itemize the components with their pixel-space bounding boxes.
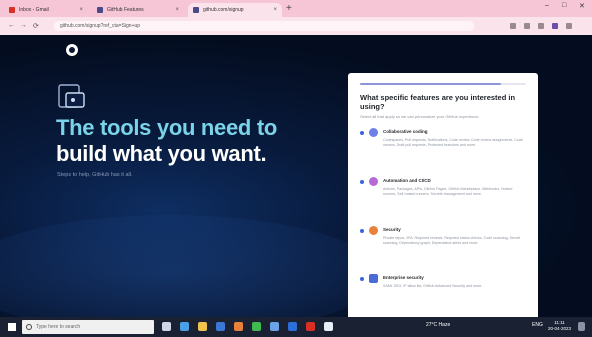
hero-line-1: The tools you need to (56, 115, 278, 140)
option-title: Collaborative coding (383, 129, 428, 134)
widgets-icon[interactable] (180, 322, 189, 331)
option-title: Automation and CI/CD (383, 178, 431, 183)
store-icon[interactable] (234, 322, 243, 331)
extensions-icon[interactable] (538, 23, 544, 29)
option-description: SAML SSO, IP allow list, GitHub Advanced… (383, 284, 483, 288)
github-favicon-icon (193, 7, 199, 13)
app-icon[interactable] (270, 322, 279, 331)
option-title: Enterprise security (383, 275, 424, 280)
search-icon (26, 324, 32, 330)
app-red-icon[interactable] (306, 322, 315, 331)
profile-avatar[interactable] (552, 23, 558, 29)
feature-option-collaborative-coding[interactable]: Collaborative coding Codespaces, Pull re… (358, 128, 528, 168)
browser-tab-features[interactable]: GitHub Features × (92, 3, 184, 17)
feature-option-automation[interactable]: Automation and CI/CD Actions, Packages, … (358, 177, 528, 217)
automation-icon (369, 177, 378, 186)
option-description: Private repos, 2FA, Required reviews, Re… (383, 236, 521, 245)
weather-text: 27°C Haze (426, 322, 451, 328)
search-placeholder: Type here to search (36, 324, 81, 330)
feature-option-enterprise-security[interactable]: Enterprise security SAML SSO, IP allow l… (358, 274, 528, 310)
survey-progress-fill (360, 83, 502, 85)
maximize-button[interactable]: □ (562, 2, 566, 9)
hero-heading: The tools you need to build what you wan… (56, 115, 336, 167)
github-favicon-icon (97, 7, 103, 13)
forward-button[interactable]: → (20, 22, 27, 29)
option-title: Security (383, 227, 401, 232)
hero-subtext: Steps to help, GitHub has it all. (57, 172, 133, 178)
chrome-icon[interactable] (252, 322, 261, 331)
close-tab-icon[interactable]: × (273, 7, 277, 13)
survey-hint: Select all that apply so we can personal… (360, 114, 480, 119)
option-checkbox[interactable] (360, 229, 364, 233)
browser-menu-icon[interactable] (566, 23, 572, 29)
copilot-illustration-icon (58, 84, 85, 108)
reload-button[interactable]: ⟳ (33, 22, 39, 30)
close-tab-icon[interactable]: × (175, 7, 179, 13)
gmail-favicon-icon (9, 7, 15, 13)
mail-icon[interactable] (216, 322, 225, 331)
option-checkbox[interactable] (360, 180, 364, 184)
bookmark-icon[interactable] (524, 23, 530, 29)
option-description: Codespaces, Pull requests, Notifications… (383, 138, 523, 147)
background-glow (0, 215, 380, 317)
signup-page: The tools you need to build what you wan… (0, 35, 592, 317)
taskbar-clock[interactable]: 11:11 20-04-2023 (548, 320, 571, 332)
feature-option-security[interactable]: Security Private repos, 2FA, Required re… (358, 226, 528, 266)
task-view-icon[interactable] (162, 322, 171, 331)
browser-tab-gmail[interactable]: Inbox - Gmail × (4, 3, 88, 17)
browser-toolbar: ← → ⟳ github.com/signup?ref_cta=Sign+up (0, 17, 592, 35)
option-checkbox[interactable] (360, 131, 364, 135)
address-bar[interactable]: github.com/signup?ref_cta=Sign+up (54, 21, 474, 31)
option-description: Actions, Packages, APIs, GitHub Pages, G… (383, 187, 513, 196)
back-button[interactable]: ← (8, 22, 15, 29)
share-icon[interactable] (510, 23, 516, 29)
url-text: github.com/signup?ref_cta=Sign+up (60, 23, 141, 29)
tab-label: github.com/signup (203, 7, 244, 13)
close-window-button[interactable]: ✕ (579, 2, 585, 10)
app-light-icon[interactable] (324, 322, 333, 331)
features-survey-card: What specific features are you intereste… (348, 73, 538, 317)
clock-date: 20-04-2023 (548, 326, 572, 331)
windows-start-icon[interactable] (8, 323, 16, 331)
minimize-button[interactable]: – (545, 2, 549, 9)
browser-tab-signup[interactable]: github.com/signup × (188, 3, 282, 17)
language-indicator[interactable]: ENG (532, 322, 543, 328)
tab-label: GitHub Features (107, 7, 144, 13)
tab-label: Inbox - Gmail (19, 7, 49, 13)
survey-question: What specific features are you intereste… (360, 93, 516, 111)
file-explorer-icon[interactable] (198, 322, 207, 331)
collaborative-coding-icon (369, 128, 378, 137)
windows-taskbar: Type here to search 27°C Haze ENG 11:11 … (0, 317, 592, 337)
option-checkbox[interactable] (360, 277, 364, 281)
security-icon (369, 226, 378, 235)
github-logo-icon[interactable] (66, 44, 78, 56)
notifications-icon[interactable] (578, 322, 585, 331)
close-tab-icon[interactable]: × (79, 7, 83, 13)
word-icon[interactable] (288, 322, 297, 331)
survey-progress-bar (360, 83, 526, 85)
new-tab-button[interactable]: + (286, 3, 292, 15)
enterprise-security-icon (369, 274, 378, 283)
taskbar-search-box[interactable]: Type here to search (22, 320, 154, 334)
weather-status[interactable]: 27°C Haze (426, 322, 450, 328)
hero-line-2: build what you want. (56, 141, 267, 166)
browser-tab-bar: Inbox - Gmail × GitHub Features × github… (0, 0, 592, 17)
